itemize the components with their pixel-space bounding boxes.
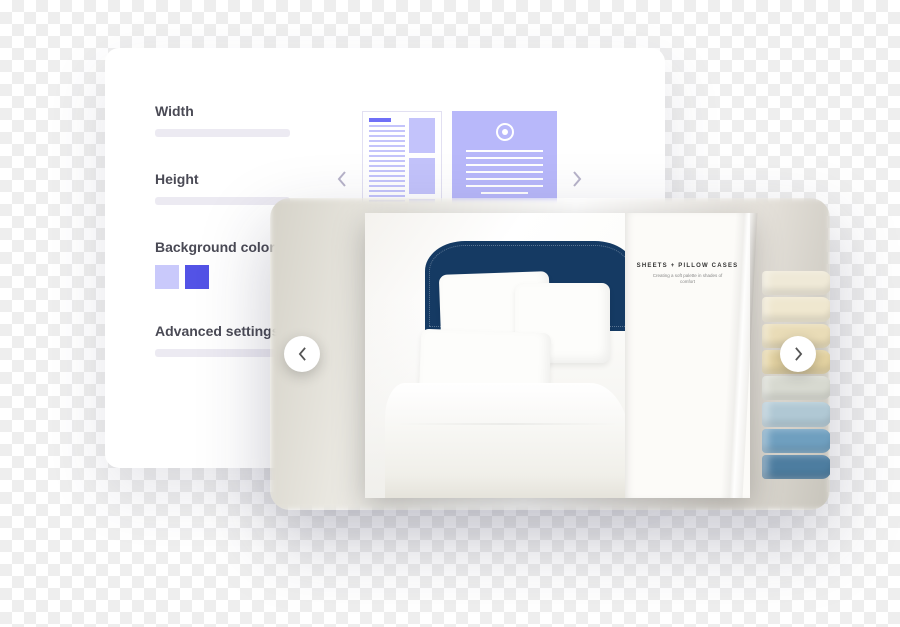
- catalog-page-subtitle: Creating a soft palette in shades of com…: [648, 273, 728, 286]
- catalog-page-left: [365, 213, 625, 498]
- height-label: Height: [155, 171, 330, 187]
- chevron-left-icon: [298, 347, 307, 361]
- towel-graphic: [762, 455, 830, 479]
- catalog-spread[interactable]: Sheets + Pillow Cases Creating a soft pa…: [365, 213, 750, 498]
- color-swatch-dark[interactable]: [185, 265, 209, 289]
- chevron-right-icon: [794, 347, 803, 361]
- towel-graphic: [762, 376, 830, 400]
- towel-graphic: [762, 297, 830, 321]
- magazine-preview: Sheets + Pillow Cases Creating a soft pa…: [270, 198, 830, 510]
- preview-prev-button[interactable]: [284, 336, 320, 372]
- color-swatch-light[interactable]: [155, 265, 179, 289]
- towel-graphic: [762, 402, 830, 426]
- catalog-page-title: Sheets + Pillow Cases: [637, 263, 739, 269]
- preview-next-button[interactable]: [780, 336, 816, 372]
- duvet-graphic: [385, 383, 625, 498]
- catalog-page-right: Sheets + Pillow Cases Creating a soft pa…: [625, 213, 750, 498]
- width-label: Width: [155, 103, 330, 119]
- width-property[interactable]: Width: [155, 103, 330, 137]
- template-next-button[interactable]: [565, 167, 589, 191]
- width-slider[interactable]: [155, 129, 290, 137]
- towel-stack-graphic: [762, 271, 830, 481]
- chevron-left-icon: [337, 171, 347, 187]
- towel-graphic: [762, 429, 830, 453]
- target-icon: [496, 123, 514, 141]
- towel-graphic: [762, 271, 830, 295]
- chevron-right-icon: [572, 171, 582, 187]
- template-prev-button[interactable]: [330, 167, 354, 191]
